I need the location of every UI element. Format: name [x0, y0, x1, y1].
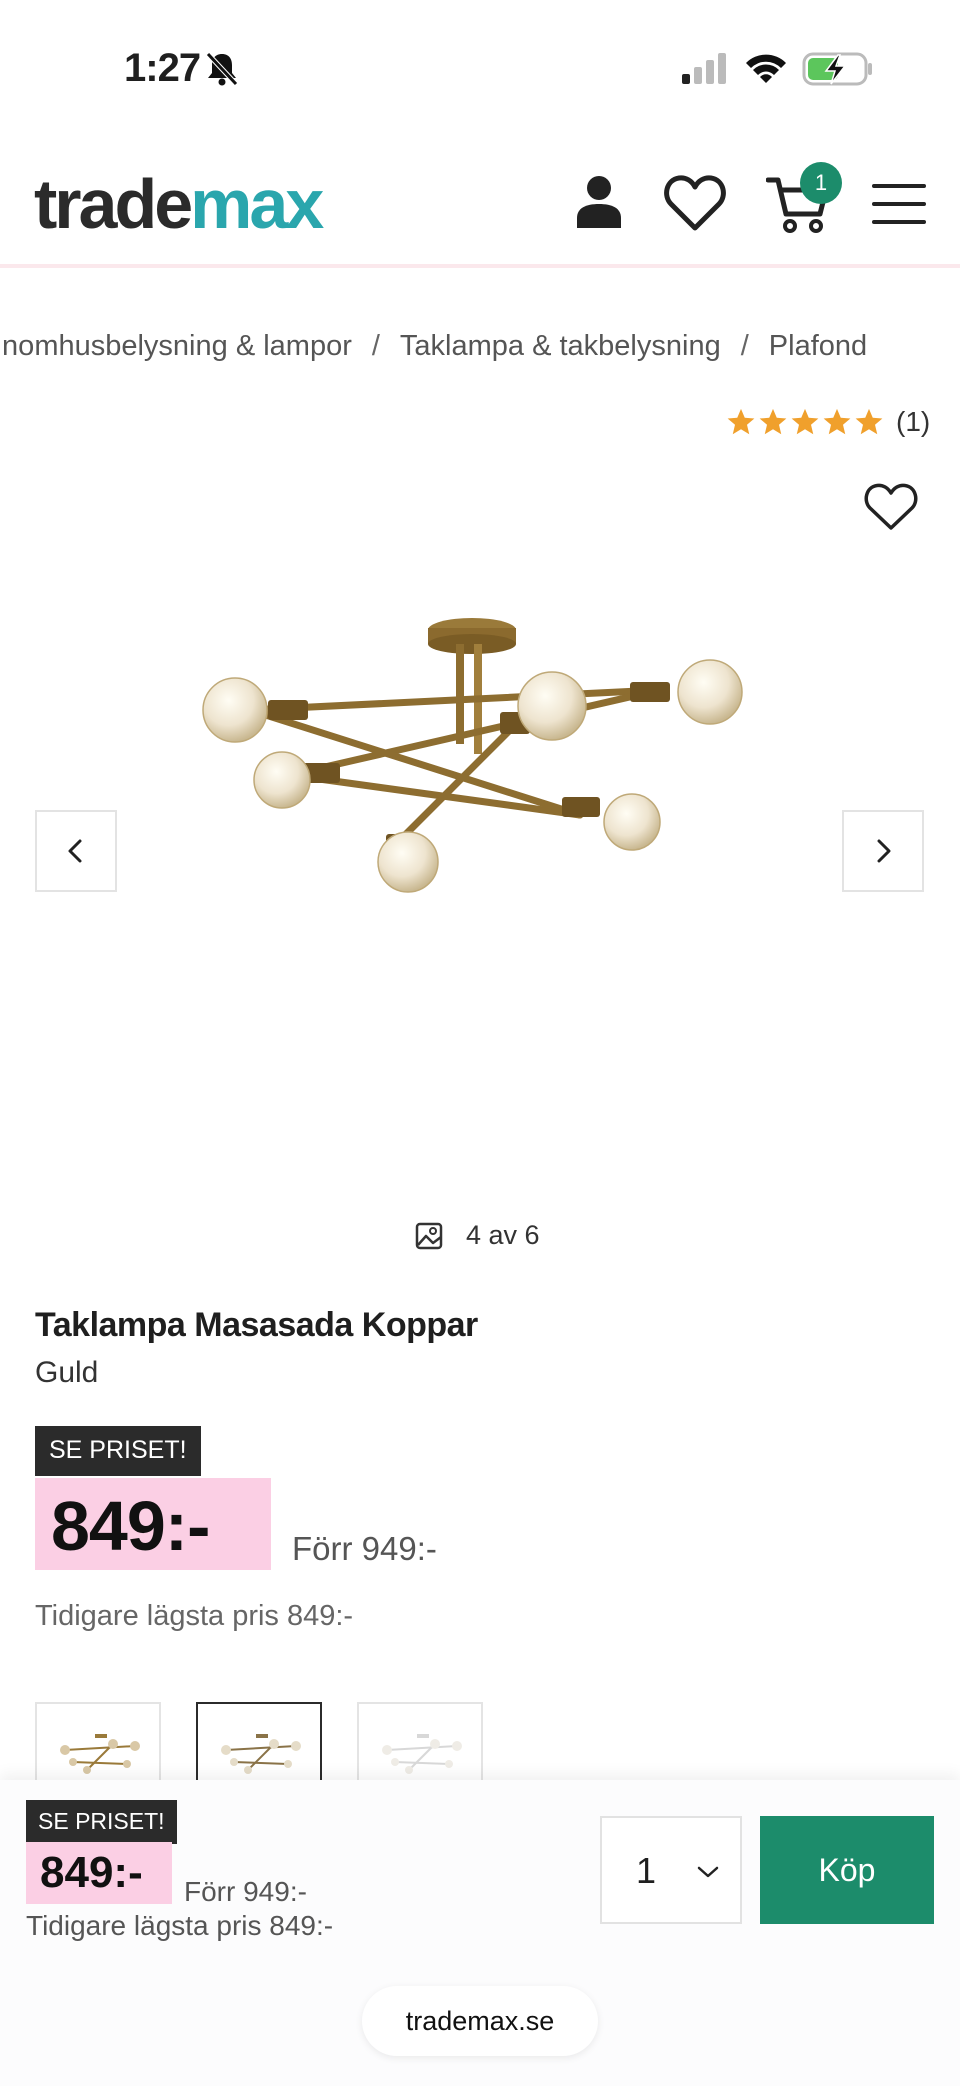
lamp-thumbnail-icon	[382, 1734, 462, 1774]
hamburger-menu-icon[interactable]	[872, 182, 926, 226]
variant-thumbnail-selected[interactable]	[196, 1702, 322, 1782]
lowest-price-note: Tidigare lägsta pris 849:-	[35, 1600, 354, 1632]
breadcrumb-separator: /	[740, 330, 749, 362]
price-box: 849:-	[35, 1478, 271, 1570]
rating-count: (1)	[896, 406, 931, 437]
star-icon	[759, 408, 787, 435]
wifi-icon	[746, 54, 786, 83]
account-icon[interactable]	[574, 174, 624, 228]
breadcrumb-separator: /	[371, 330, 380, 362]
sticky-price-box: 849:-	[26, 1842, 172, 1904]
product-title: Taklampa Masasada Koppar	[35, 1306, 478, 1344]
sticky-price: 849:-	[40, 1848, 143, 1897]
old-price: Förr 949:-	[292, 1530, 437, 1567]
product-price: 849:-	[51, 1487, 210, 1565]
image-next-button[interactable]	[842, 810, 924, 892]
product-image[interactable]	[190, 600, 770, 920]
bell-muted-icon	[206, 52, 238, 86]
sticky-promo-tag: SE PRISET!	[26, 1800, 177, 1844]
image-prev-button[interactable]	[35, 810, 117, 892]
quantity-value: 1	[636, 1850, 657, 1891]
star-icon	[791, 408, 819, 435]
sticky-buy-bar: SE PRISET! 849:- Förr 949:- Tidigare läg…	[0, 1780, 960, 2086]
battery-charging-icon	[802, 52, 872, 86]
breadcrumb-item[interactable]: Inomhusbelysning & lampor	[0, 330, 352, 363]
chevron-down-icon	[697, 1866, 719, 1878]
breadcrumb-item[interactable]: Taklampa & takbelysning	[400, 330, 721, 363]
sticky-lowest-price-note: Tidigare lägsta pris 849:-	[26, 1910, 334, 1941]
image-icon	[415, 1222, 443, 1249]
wishlist-heart-icon[interactable]	[664, 174, 726, 232]
cart-count-badge: 1	[800, 162, 842, 204]
lamp-thumbnail-icon	[60, 1734, 140, 1774]
product-rating[interactable]: (1)	[726, 406, 930, 438]
variant-thumbnail[interactable]	[35, 1702, 161, 1782]
site-header: trademax 1	[0, 140, 960, 268]
trademax-logo[interactable]: trademax	[34, 164, 324, 244]
chevron-right-icon	[877, 839, 891, 863]
star-icon	[855, 408, 883, 435]
variant-thumbnail[interactable]	[357, 1702, 483, 1782]
promo-tag: SE PRISET!	[35, 1426, 201, 1476]
product-variant: Guld	[35, 1356, 99, 1389]
cellular-signal-icon	[682, 53, 726, 84]
chevron-left-icon	[68, 839, 82, 863]
star-icon	[823, 408, 851, 435]
breadcrumb: Inomhusbelysning & lampor / Taklampa & tak…	[0, 330, 867, 363]
star-icon	[727, 408, 755, 435]
status-bar: 1:27	[0, 0, 960, 140]
sticky-old-price: Förr 949:-	[184, 1876, 307, 1907]
lamp-thumbnail-icon	[221, 1734, 301, 1774]
quantity-select[interactable]: 1	[600, 1816, 742, 1924]
add-to-wishlist-heart-icon[interactable]	[864, 482, 918, 532]
breadcrumb-item[interactable]: Plafond	[769, 330, 867, 363]
status-time: 1:27	[124, 46, 201, 90]
browser-url-pill[interactable]: trademax.se	[362, 1986, 598, 2056]
buy-button[interactable]: Köp	[760, 1816, 934, 1924]
gallery-counter-text: 4 av 6	[466, 1220, 540, 1250]
gallery-counter[interactable]: 4 av 6	[414, 1220, 540, 1251]
